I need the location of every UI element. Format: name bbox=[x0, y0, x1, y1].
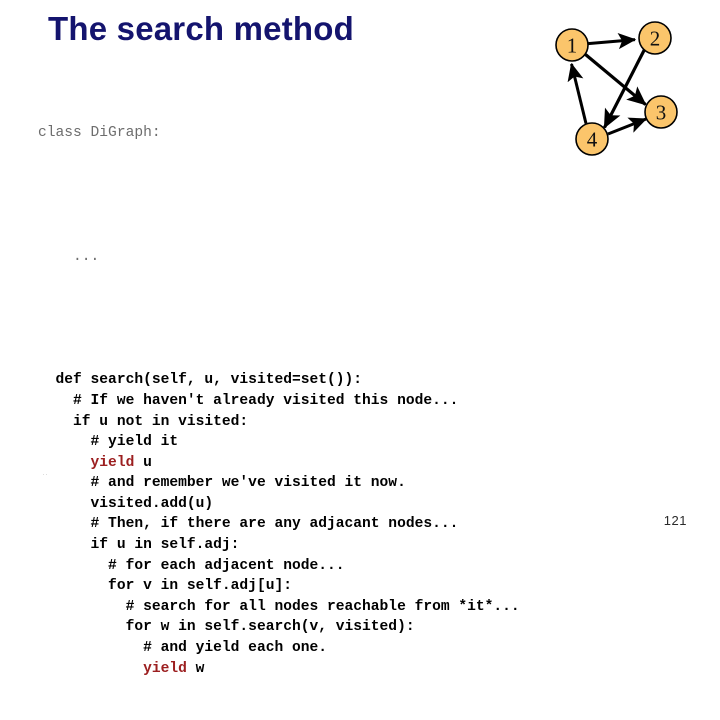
code-block: class DiGraph: ... def search(self, u, v… bbox=[38, 82, 658, 720]
slide-canvas: The search method 1 2 3 4 class DiGraph:… bbox=[0, 0, 720, 677]
edge-1-to-2 bbox=[587, 32, 637, 50]
code-line: # If we haven't already visited this nod… bbox=[38, 392, 459, 409]
code-line: # search for all nodes reachable from *i… bbox=[38, 598, 520, 615]
code-line: # yield it bbox=[38, 434, 179, 451]
code-line: # Then, if there are any adjacant nodes.… bbox=[38, 516, 459, 533]
code-line: yield u bbox=[90, 454, 152, 471]
code-body: def search(self, u, visited=set()): # If… bbox=[38, 370, 658, 679]
keyword-yield: yield bbox=[90, 454, 135, 471]
code-line: # for each adjacent node... bbox=[38, 557, 345, 574]
code-line: visited.add(u) bbox=[38, 495, 214, 512]
node-label-2: 2 bbox=[650, 27, 661, 51]
page-number: 121 bbox=[663, 513, 687, 528]
code-line: if u in self.adj: bbox=[38, 537, 240, 554]
node-label-1: 1 bbox=[567, 34, 578, 58]
code-line: # and yield each one. bbox=[38, 640, 328, 657]
code-line: # and remember we've visited it now. bbox=[38, 475, 406, 492]
graph-node-2: 2 bbox=[638, 21, 672, 55]
code-line: if u not in visited: bbox=[38, 413, 249, 430]
page-title: The search method bbox=[48, 10, 354, 47]
code-ellipsis-line: ... bbox=[38, 248, 100, 265]
code-line: yield w bbox=[143, 660, 205, 677]
code-header-line: class DiGraph: bbox=[38, 125, 161, 142]
code-line: def search(self, u, visited=set()): bbox=[38, 372, 363, 389]
corner-artifact: ·· bbox=[42, 469, 48, 479]
graph-node-1: 1 bbox=[555, 28, 589, 62]
code-line: for w in self.search(v, visited): bbox=[38, 619, 415, 636]
keyword-yield: yield bbox=[143, 660, 187, 677]
code-line: for v in self.adj[u]: bbox=[38, 578, 292, 595]
